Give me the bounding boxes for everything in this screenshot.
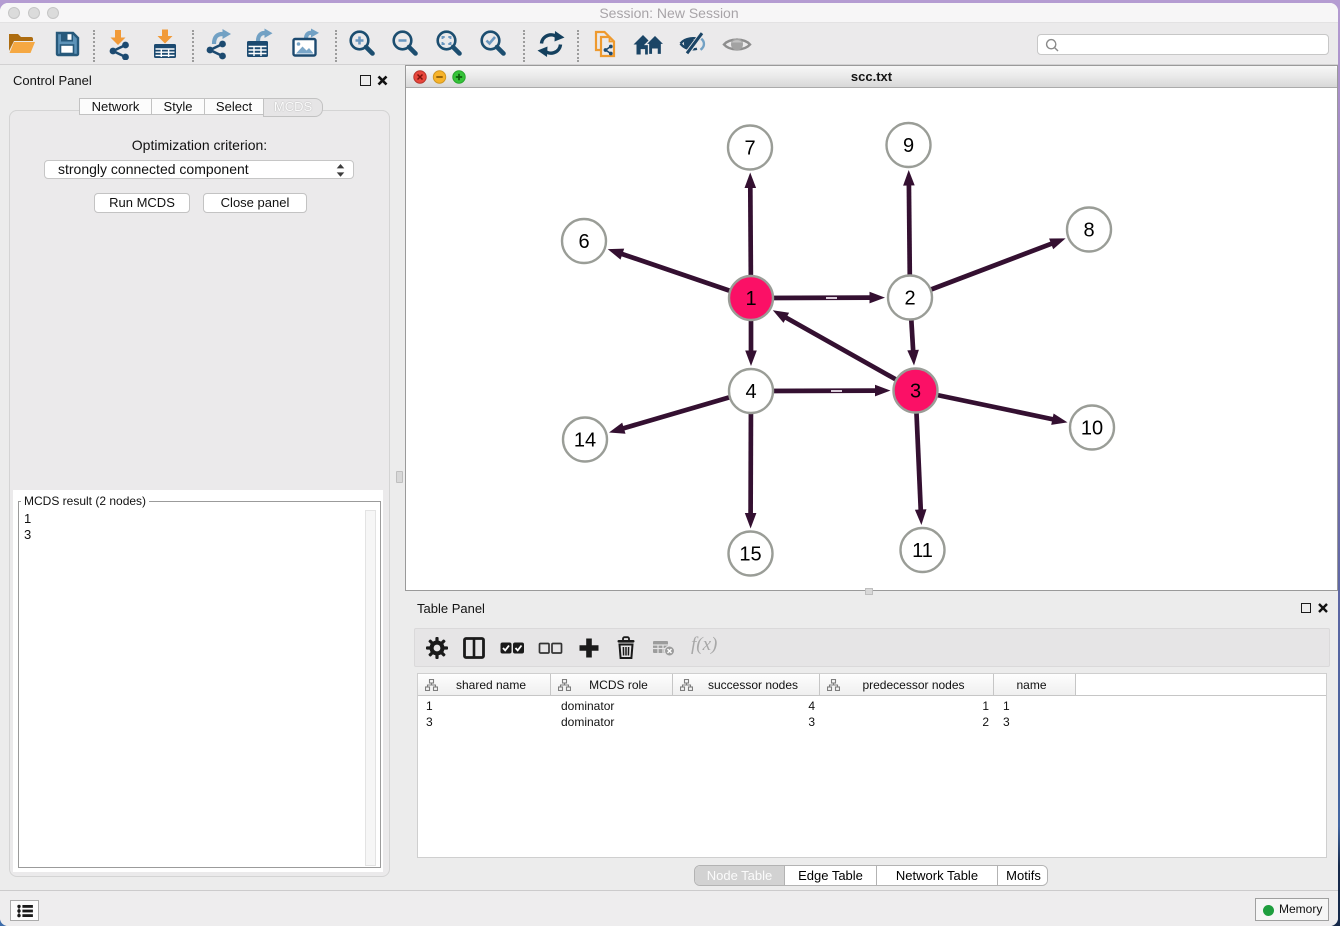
svg-text:8: 8 bbox=[1083, 220, 1094, 242]
svg-text:14: 14 bbox=[574, 430, 596, 452]
svg-text:6: 6 bbox=[578, 231, 589, 253]
svg-text:15: 15 bbox=[739, 544, 761, 566]
svg-text:11: 11 bbox=[912, 540, 933, 562]
svg-text:10: 10 bbox=[1081, 418, 1103, 440]
svg-text:2: 2 bbox=[904, 288, 915, 310]
svg-text:3: 3 bbox=[910, 381, 921, 403]
svg-text:7: 7 bbox=[744, 138, 755, 160]
svg-text:1: 1 bbox=[745, 288, 756, 310]
svg-text:9: 9 bbox=[903, 135, 914, 157]
svg-text:4: 4 bbox=[745, 381, 756, 403]
